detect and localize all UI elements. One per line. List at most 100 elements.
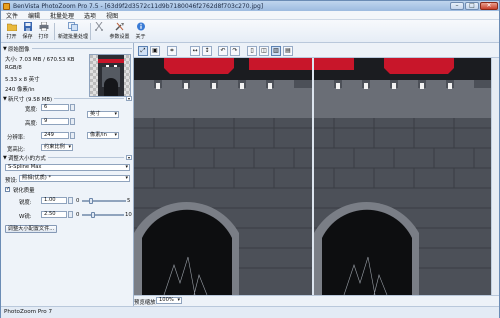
resolution-spinner[interactable] xyxy=(70,132,75,139)
split-vertical-button[interactable]: ◫ xyxy=(259,46,269,56)
depth-min: 0 xyxy=(76,212,80,218)
rotate-right-button[interactable]: ↷ xyxy=(230,46,240,56)
resolution-label: 分辨率: xyxy=(7,135,25,141)
rotate-left-icon: ↶ xyxy=(220,47,226,54)
zoom-label: 预览缩放: xyxy=(134,300,158,306)
settings-panel: ▼ 原始图像 大小: 7.03 MB / 670.53 KB RGB/8 5.3… xyxy=(1,43,134,308)
crop-button[interactable]: ⌗ xyxy=(167,46,177,56)
sharpen-label: 锐化质量 xyxy=(13,188,35,194)
height-spinner[interactable] xyxy=(70,118,75,125)
section-menu-button[interactable]: ▾ xyxy=(126,155,132,160)
flip-horizontal-button[interactable]: ↔ xyxy=(190,46,200,56)
resize-profile-button[interactable]: 调整大小配置文件... xyxy=(5,225,57,233)
info-icon xyxy=(136,22,146,31)
clarity-slider-handle[interactable] xyxy=(88,198,93,204)
original-preview[interactable] xyxy=(134,58,312,295)
toolbar-separator xyxy=(54,23,55,40)
menu-edit[interactable]: 编辑 xyxy=(23,11,45,20)
open-button[interactable]: 打开 xyxy=(4,22,19,42)
original-image-title: 原始图像 xyxy=(8,46,30,53)
menu-bar: 文件 编辑 批量处理 选项 视图 xyxy=(1,11,499,20)
split-vertical-icon: ◫ xyxy=(261,47,267,54)
original-dimensions-text: 5.33 x 8 英寸 xyxy=(5,77,40,83)
height-input[interactable]: 9 xyxy=(41,118,69,125)
preset-select[interactable]: 照相(优质) * xyxy=(19,175,130,182)
depth-slider-handle[interactable] xyxy=(90,212,95,218)
depth-input[interactable]: 2.50 xyxy=(41,211,67,218)
menu-view[interactable]: 视图 xyxy=(101,11,123,20)
result-preview[interactable] xyxy=(314,58,491,295)
minimize-button[interactable]: – xyxy=(450,2,464,10)
section-rule xyxy=(54,98,124,99)
new-batch-button[interactable]: 新建批量处理 xyxy=(58,22,88,42)
unit-select[interactable]: 英寸 xyxy=(87,111,119,118)
view-toolbar: ⤢ ▣ ⌗ ↔ ↕ ↶ ↷ ▯ ◫ ▥ ▤ xyxy=(134,43,499,58)
image-thumbnail[interactable] xyxy=(89,54,131,97)
flip-horizontal-icon: ↔ xyxy=(192,47,198,54)
width-spinner[interactable] xyxy=(70,104,75,111)
clarity-input[interactable]: 1.00 xyxy=(41,197,67,204)
resolution-input[interactable]: 249 xyxy=(41,132,69,139)
height-label: 高度: xyxy=(25,121,38,127)
resolution-unit-select[interactable]: 像素/in xyxy=(87,132,119,139)
rotate-right-icon: ↷ xyxy=(232,47,238,54)
settings-button[interactable]: 参数设置 xyxy=(109,22,130,42)
flip-vertical-button[interactable]: ↕ xyxy=(202,46,212,56)
actual-size-button[interactable]: ▣ xyxy=(150,46,160,56)
width-label: 宽度: xyxy=(25,107,38,113)
original-resolution-text: 240 像素/in xyxy=(5,87,35,93)
clarity-max: 5 xyxy=(127,198,131,204)
fit-view-button[interactable]: ⤢ xyxy=(138,46,148,56)
app-icon xyxy=(3,2,10,10)
title-bar: BenVista PhotoZoom Pro 7.5 - [63d9f2d357… xyxy=(1,1,499,11)
single-view-button[interactable]: ▯ xyxy=(247,46,257,56)
floppy-icon xyxy=(23,22,33,31)
print-button[interactable]: 打印 xyxy=(36,22,51,42)
zoom-select[interactable]: 100% xyxy=(156,297,182,304)
split-side-icon: ▥ xyxy=(273,47,279,54)
crop-icon: ⌗ xyxy=(170,47,174,54)
clarity-label: 锐度: xyxy=(19,200,32,206)
vertical-scrollbar[interactable] xyxy=(491,58,499,295)
method-select[interactable]: S-Spline Max xyxy=(5,164,130,171)
section-rule xyxy=(47,157,124,158)
about-button[interactable]: 关于 xyxy=(133,22,148,42)
menu-options[interactable]: 选项 xyxy=(79,11,101,20)
fit-icon: ⤢ xyxy=(140,47,146,54)
clarity-spinner[interactable] xyxy=(68,197,73,204)
original-size-text: 大小: 7.03 MB / 670.53 KB xyxy=(5,57,75,63)
rotate-left-button[interactable]: ↶ xyxy=(218,46,228,56)
save-button[interactable]: 保存 xyxy=(20,22,35,42)
new-size-header[interactable]: ▼ 新尺寸 (9.58 MB) ▾ xyxy=(1,95,134,103)
new-batch-label: 新建批量处理 xyxy=(57,34,89,40)
menu-batch[interactable]: 批量处理 xyxy=(45,11,79,20)
section-menu-button[interactable]: ▾ xyxy=(126,96,132,101)
split-side-button[interactable]: ▥ xyxy=(271,46,281,56)
original-image-header[interactable]: ▼ 原始图像 xyxy=(1,45,134,53)
about-label: 关于 xyxy=(135,34,146,40)
maximize-button[interactable]: □ xyxy=(465,2,479,10)
window-title: BenVista PhotoZoom Pro 7.5 - [63d9f2d357… xyxy=(13,2,264,10)
width-input[interactable]: 6 xyxy=(41,104,69,111)
menu-file[interactable]: 文件 xyxy=(1,11,23,20)
wrench-icon xyxy=(115,22,125,31)
resize-method-title: 调整大小的方式 xyxy=(8,155,46,162)
preview-bottom-bar: 预览缩放: 100% xyxy=(134,295,499,306)
original-mode-text: RGB/8 xyxy=(5,65,22,71)
printer-icon xyxy=(39,22,49,31)
sharpen-checkbox[interactable]: ✓ xyxy=(5,187,10,192)
folder-icon xyxy=(6,22,17,31)
settings-label: 参数设置 xyxy=(109,34,130,40)
open-label: 打开 xyxy=(6,34,17,40)
split-horizontal-icon: ▤ xyxy=(285,47,291,54)
aspect-select[interactable]: 约束比例 xyxy=(41,144,73,151)
crop-tool-button[interactable] xyxy=(94,22,104,42)
split-horizontal-button[interactable]: ▤ xyxy=(283,46,293,56)
depth-slider[interactable] xyxy=(82,214,124,216)
close-button[interactable]: ✕ xyxy=(480,2,498,10)
single-pane-icon: ▯ xyxy=(250,47,254,54)
aspect-label: 宽高比: xyxy=(7,147,25,153)
app-window: BenVista PhotoZoom Pro 7.5 - [63d9f2d357… xyxy=(0,0,500,318)
resize-method-header[interactable]: ▼ 调整大小的方式 ▾ xyxy=(1,154,134,162)
depth-spinner[interactable] xyxy=(68,211,73,218)
